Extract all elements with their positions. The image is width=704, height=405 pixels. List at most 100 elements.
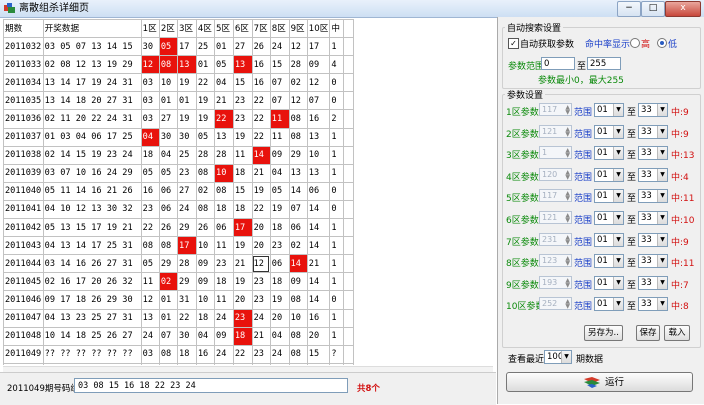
zone-cell: 13 — [140, 308, 160, 328]
chevron-down-icon: ▼ — [657, 168, 667, 181]
table-row[interactable]: 2011046 09 17 18 26 29 30 12 01 31 10 11 20 23 19… — [3, 290, 354, 310]
table-row[interactable]: 2011035 13 14 18 20 27 31 03 01 01 19 21 23 22 07… — [3, 91, 354, 111]
range-to-input[interactable]: 255 — [587, 57, 621, 70]
zone-cell: 14 — [251, 145, 271, 165]
results-table: 期数 开奖数据 1区 2区 3区 4区 5区 6区 7区 8区 9区 10区中 2011032 03 05… — [3, 19, 354, 365]
zone-cell: 24 — [251, 308, 271, 328]
table-row[interactable]: 2011042 05 13 15 17 19 21 22 26 29 26 06 17 20 18… — [3, 218, 354, 238]
table-row[interactable]: 2011033 02 08 12 13 19 29 12 08 13 01 05 13 16 15… — [3, 55, 354, 75]
table-row[interactable]: 2011045 02 16 17 20 26 32 11 02 29 09 18 19 23 18… — [3, 272, 354, 292]
zone-range-to-dropdown[interactable]: 33 ▼ — [638, 146, 668, 161]
zone-range-to-dropdown[interactable]: 33 ▼ — [638, 103, 668, 117]
zone-param-spinner[interactable]: 120 ▲ ▼ — [539, 167, 572, 181]
zone-cell: 19 — [177, 109, 197, 129]
load-button[interactable]: 载入 — [664, 325, 690, 341]
chevron-down-icon: ▼ — [613, 212, 623, 224]
zone-cell: 10 — [195, 290, 216, 310]
zone-cell: 08 — [288, 326, 308, 346]
filler-cell — [343, 91, 354, 111]
zone-param-spinner[interactable]: 252 ▲ ▼ — [539, 297, 572, 311]
low-radio[interactable] — [657, 38, 667, 48]
zone-cell: 16 — [195, 344, 216, 364]
zone-param-spinner[interactable]: 117 ▲ ▼ — [539, 189, 572, 203]
table-row[interactable]: 2011032 03 05 07 13 14 15 30 05 17 25 01 27 26 24… — [3, 37, 354, 57]
table-row[interactable]: 2011040 05 11 14 16 21 26 16 06 27 02 08 15 19 05… — [3, 181, 354, 201]
table-row[interactable]: 2011039 03 07 10 16 24 29 05 05 23 08 10 18 21 04… — [3, 163, 354, 183]
zone-hit-count: 中:9 — [671, 237, 689, 248]
table-row[interactable]: 2011047 04 13 23 25 27 31 13 01 22 18 24 23 24 20… — [3, 308, 354, 328]
zone-cell: 08 — [288, 127, 308, 147]
zone-range-to-dropdown[interactable]: 33 ▼ — [638, 189, 668, 204]
zone-param-spinner[interactable]: 121 ▲ ▼ — [539, 124, 572, 138]
zone-param-spinner[interactable]: 231 ▲ ▼ — [539, 232, 572, 246]
table-row[interactable]: 2011049?? ?? ?? ?? ?? ?? 03 08 18 16 24 22 23 24… — [3, 344, 354, 364]
filler-cell — [343, 218, 354, 238]
close-button[interactable]: x — [665, 1, 701, 17]
column-header: 10区 — [306, 19, 331, 39]
zone-range-from-dropdown[interactable]: 01 ▼ — [594, 275, 624, 290]
zone-cell: 01 — [177, 91, 197, 111]
zone-param-spinner[interactable]: 121 ▲ ▼ — [539, 211, 572, 224]
auto-param-checkbox[interactable]: ✓ — [508, 38, 519, 49]
zone-range-from-dropdown[interactable]: 01 ▼ — [594, 103, 624, 117]
table-row[interactable]: 2011034 13 14 17 19 24 31 03 10 19 22 04 15 16 07… — [3, 73, 354, 93]
zone-range-from-dropdown[interactable]: 01 ▼ — [594, 146, 624, 161]
zone-cell: 13 — [214, 127, 234, 147]
zone-to-word: 至 — [627, 108, 637, 118]
param-range-label: 参数范围 — [508, 62, 545, 72]
zone-range-to-dropdown[interactable]: 33 ▼ — [638, 232, 668, 247]
results-grid[interactable]: 期数 开奖数据 1区 2区 3区 4区 5区 6区 7区 8区 9区 10区中 2011032 03 05… — [3, 19, 354, 365]
table-row[interactable]: 2011037 01 03 04 06 17 25 04 30 30 05 13 19 22 11… — [3, 127, 354, 147]
zone-cell: 01 — [195, 55, 216, 75]
zone-param-spinner[interactable]: 123 ▲ ▼ — [539, 254, 572, 268]
zone-range-from-dropdown[interactable]: 01 ▼ — [594, 124, 624, 139]
zone-range-to-dropdown[interactable]: 33 ▼ — [638, 167, 668, 182]
spinner-arrows-icon: ▲ ▼ — [565, 190, 570, 203]
zone-range-from-dropdown[interactable]: 01 ▼ — [594, 211, 624, 225]
table-row[interactable]: 2011048 10 14 18 25 26 27 24 07 30 04 09 18 21 04… — [3, 326, 354, 346]
zone-range-to-dropdown[interactable]: 33 ▼ — [638, 297, 668, 312]
table-row[interactable]: 2011038 02 14 15 19 23 24 18 04 25 28 28 11 14 09… — [3, 145, 354, 165]
zone-range-from-dropdown[interactable]: 01 ▼ — [594, 297, 624, 312]
zone-cell: 31 — [177, 290, 197, 310]
minimize-button[interactable]: − — [617, 1, 641, 17]
zone-range-to-dropdown[interactable]: 33 ▼ — [638, 254, 668, 269]
column-header: 9区 — [288, 19, 308, 39]
table-row[interactable]: 2011041 04 10 12 13 30 32 23 06 24 08 18 18 22 19… — [3, 199, 354, 220]
zone-cell: 29 — [158, 254, 179, 274]
zone-param-spinner[interactable]: 193 ▲ ▼ — [539, 275, 572, 289]
issue-cell: 2011046 — [3, 290, 44, 310]
hitrate-label-cell: 命中率 — [3, 362, 44, 365]
save-button[interactable]: 保存 — [636, 325, 660, 341]
table-row[interactable]: 2011043 04 13 14 17 25 31 08 08 17 10 11 19 20 23… — [3, 236, 354, 256]
zone-range-from-dropdown[interactable]: 01 ▼ — [594, 254, 624, 269]
draw-cell: 02 16 17 20 26 32 — [42, 272, 142, 292]
zone-param-spinner[interactable]: 117 ▲ ▼ — [539, 103, 572, 116]
zone-range-from-dropdown[interactable]: 01 ▼ — [594, 167, 624, 182]
zone-cell: 06 — [158, 199, 179, 220]
table-row[interactable]: 2011036 02 11 20 22 24 31 03 27 19 19 22 23 22 11… — [3, 109, 354, 129]
zone-range-from-dropdown[interactable]: 01 ▼ — [594, 189, 624, 204]
zone-range-to-dropdown[interactable]: 33 ▼ — [638, 275, 668, 290]
recent-periods-dropdown[interactable]: 100 ▼ — [544, 350, 572, 364]
zone-cell: 12 — [288, 37, 308, 57]
zone-param-spinner[interactable]: 1 ▲ ▼ — [539, 146, 572, 160]
zone-cell: 21 — [251, 326, 271, 346]
zone-cell: 13 — [232, 55, 253, 75]
zone-range-to-dropdown[interactable]: 33 ▼ — [638, 124, 668, 139]
zone-cell: 20 — [306, 326, 331, 346]
zone-cell: 10 — [195, 236, 216, 256]
zone-cell: 14 — [288, 181, 308, 201]
zone-cell: 18 — [232, 163, 253, 183]
issue-cell: 2011042 — [3, 218, 44, 238]
run-button[interactable]: 运行 — [506, 372, 693, 392]
range-from-input[interactable]: 0 — [541, 57, 575, 70]
zone-cell: 02 — [195, 181, 216, 201]
maximize-button[interactable]: □ — [641, 1, 665, 17]
zone-range-from-dropdown[interactable]: 01 ▼ — [594, 232, 624, 247]
high-radio[interactable] — [630, 38, 640, 48]
table-row[interactable]: 2011044 03 14 16 26 27 31 05 29 28 09 23 21 12 06… — [3, 254, 354, 274]
zone-range-to-dropdown[interactable]: 33 ▼ — [638, 211, 668, 225]
result-numbers-field[interactable]: 03 08 15 16 18 22 23 24 — [74, 378, 348, 393]
save-as-button[interactable]: 另存为.. — [584, 325, 623, 341]
